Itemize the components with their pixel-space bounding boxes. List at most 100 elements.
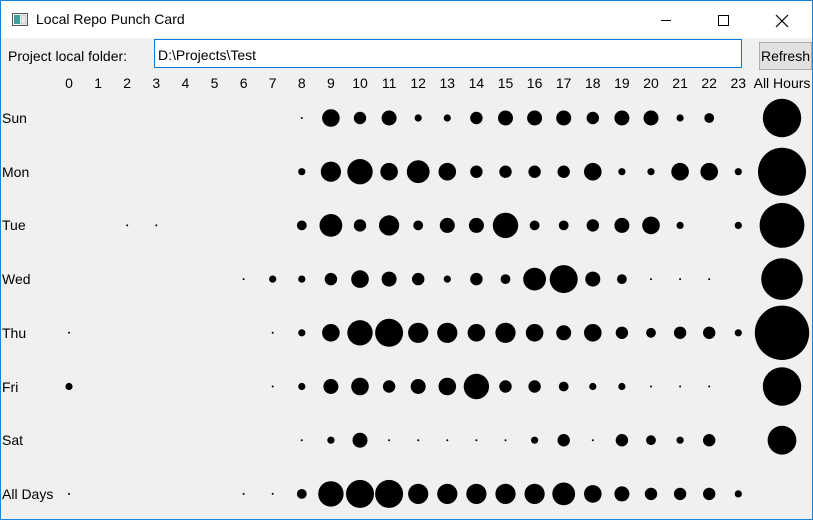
punch-dot xyxy=(525,324,544,342)
punch-dot xyxy=(614,110,630,126)
punch-dot xyxy=(558,381,569,392)
punch-dot xyxy=(531,436,539,444)
punch-dot xyxy=(353,111,367,125)
punch-dot xyxy=(499,165,512,178)
punch-dot xyxy=(380,162,398,181)
punch-dot xyxy=(468,217,484,233)
punch-dot xyxy=(347,159,373,185)
punch-dot xyxy=(498,110,513,126)
punch-dot xyxy=(528,165,541,178)
punch-dot xyxy=(437,322,458,343)
punch-dot xyxy=(470,272,483,286)
punch-dot xyxy=(417,439,420,442)
punch-dot xyxy=(300,439,303,442)
punch-dot xyxy=(523,267,546,291)
punch-dot xyxy=(700,162,718,181)
punch-dot xyxy=(646,435,656,446)
punch-dot xyxy=(466,483,487,504)
punch-dot xyxy=(68,331,70,334)
total-punch-dot xyxy=(759,203,805,248)
punch-dot xyxy=(650,278,652,281)
punch-dot xyxy=(412,272,425,286)
punch-dot xyxy=(642,216,660,235)
total-punch-dot xyxy=(761,258,803,300)
punch-dot xyxy=(406,160,430,184)
punch-dot xyxy=(671,162,689,181)
punch-dot xyxy=(615,326,629,339)
total-punch-dot xyxy=(762,98,802,138)
punch-dot xyxy=(703,326,716,339)
punch-dot xyxy=(319,214,343,237)
punch-dot xyxy=(388,439,391,442)
punch-dot xyxy=(353,219,367,232)
punch-dot xyxy=(643,110,659,126)
punch-dot xyxy=(500,274,511,284)
punch-dot xyxy=(618,382,626,391)
punch-dot xyxy=(647,168,655,176)
punch-dot xyxy=(617,274,627,284)
punch-dot xyxy=(438,377,457,396)
punch-dot xyxy=(703,487,716,501)
punch-dot xyxy=(556,110,572,126)
punch-dot xyxy=(467,324,486,342)
punch-dot xyxy=(589,382,597,391)
punch-dot xyxy=(557,165,570,178)
punch-dot xyxy=(734,168,742,176)
punch-dot xyxy=(615,434,629,447)
punch-dot xyxy=(271,385,274,388)
total-punch-dot xyxy=(758,147,806,196)
punch-dot xyxy=(734,329,742,337)
punch-dot xyxy=(676,436,684,444)
punch-dot xyxy=(679,278,682,281)
punch-dot xyxy=(586,111,599,125)
punch-dot xyxy=(549,265,578,294)
punch-dot xyxy=(591,439,594,442)
punch-dot xyxy=(470,111,483,125)
punch-dot xyxy=(557,434,570,447)
punch-dot xyxy=(381,110,397,126)
punch-dot xyxy=(242,492,245,495)
total-punch-dot xyxy=(754,305,810,360)
punch-dot xyxy=(437,483,458,504)
punch-dot xyxy=(375,318,404,347)
punch-dot xyxy=(558,220,569,231)
punch-dot xyxy=(298,329,306,337)
punch-dot xyxy=(298,275,306,283)
punch-dot xyxy=(296,489,307,499)
punch-dot xyxy=(242,278,245,281)
punch-dot xyxy=(492,212,519,239)
punch-dot xyxy=(529,220,540,231)
punch-dot xyxy=(614,217,630,233)
punch-dot xyxy=(324,272,338,286)
punch-dot xyxy=(320,161,341,182)
punch-dot xyxy=(271,492,274,495)
punch-dot xyxy=(708,278,711,281)
punch-dot xyxy=(475,439,478,442)
punch-dot xyxy=(556,325,572,341)
punch-dot xyxy=(524,483,545,504)
punch-dot xyxy=(322,324,340,342)
punch-dot xyxy=(413,220,424,231)
punch-dot xyxy=(351,270,369,288)
punch-dot xyxy=(414,114,422,122)
punch-dot xyxy=(322,109,340,127)
punch-dot xyxy=(382,380,396,393)
punch-card-grid xyxy=(65,98,810,508)
punch-dot xyxy=(300,117,303,119)
punch-dot xyxy=(375,479,404,508)
punch-dot xyxy=(495,322,516,343)
punch-dot xyxy=(676,114,684,122)
punch-dot xyxy=(734,221,742,229)
punch-dot xyxy=(296,220,307,231)
total-punch-dot xyxy=(767,425,797,455)
punch-dot xyxy=(408,322,429,343)
punch-dot xyxy=(443,114,451,122)
punch-dot xyxy=(65,382,73,391)
punch-dot xyxy=(443,275,451,283)
punch-dot xyxy=(618,168,626,176)
punch-dot xyxy=(318,481,344,507)
punch-dot xyxy=(381,271,397,287)
punch-dot xyxy=(351,377,369,396)
punch-dot xyxy=(644,487,658,501)
punch-dot xyxy=(708,385,711,388)
